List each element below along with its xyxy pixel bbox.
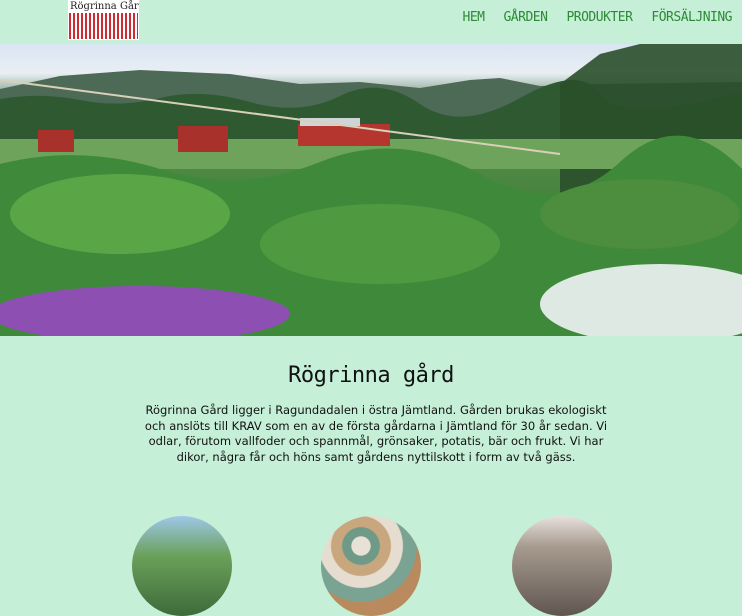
nav-item-produkter[interactable]: Produkter bbox=[566, 10, 632, 25]
site-logo[interactable]: Rögrinna Gård bbox=[68, 0, 139, 40]
gallery-image-farm[interactable] bbox=[132, 516, 232, 616]
nav-item-garden[interactable]: Gården bbox=[503, 10, 547, 25]
gallery-image-people[interactable] bbox=[512, 516, 612, 616]
gallery-image-eggs[interactable] bbox=[321, 516, 421, 616]
red-house-2 bbox=[178, 126, 228, 152]
shrub-1 bbox=[10, 174, 230, 254]
main-nav: Hem Gården Produkter Försäljning bbox=[463, 10, 733, 25]
barn-roof bbox=[300, 118, 360, 126]
intro-paragraph: Rögrinna Gård ligger i Ragundadalen i ös… bbox=[144, 403, 608, 464]
shrub-2 bbox=[260, 204, 500, 284]
red-house-1 bbox=[38, 130, 74, 152]
logo-stripes bbox=[69, 13, 138, 39]
nav-item-hem[interactable]: Hem bbox=[463, 10, 485, 25]
red-barn bbox=[298, 124, 390, 146]
nav-item-forsaljning[interactable]: Försäljning bbox=[651, 10, 732, 25]
shrub-3 bbox=[540, 179, 740, 249]
hero-image bbox=[0, 44, 742, 336]
logo-text: Rögrinna Gård bbox=[70, 1, 139, 12]
hero-landscape bbox=[0, 44, 742, 336]
site-header: Rögrinna Gård Hem Gården Produkter Försä… bbox=[0, 0, 742, 44]
page-title: Rögrinna gård bbox=[288, 363, 454, 388]
